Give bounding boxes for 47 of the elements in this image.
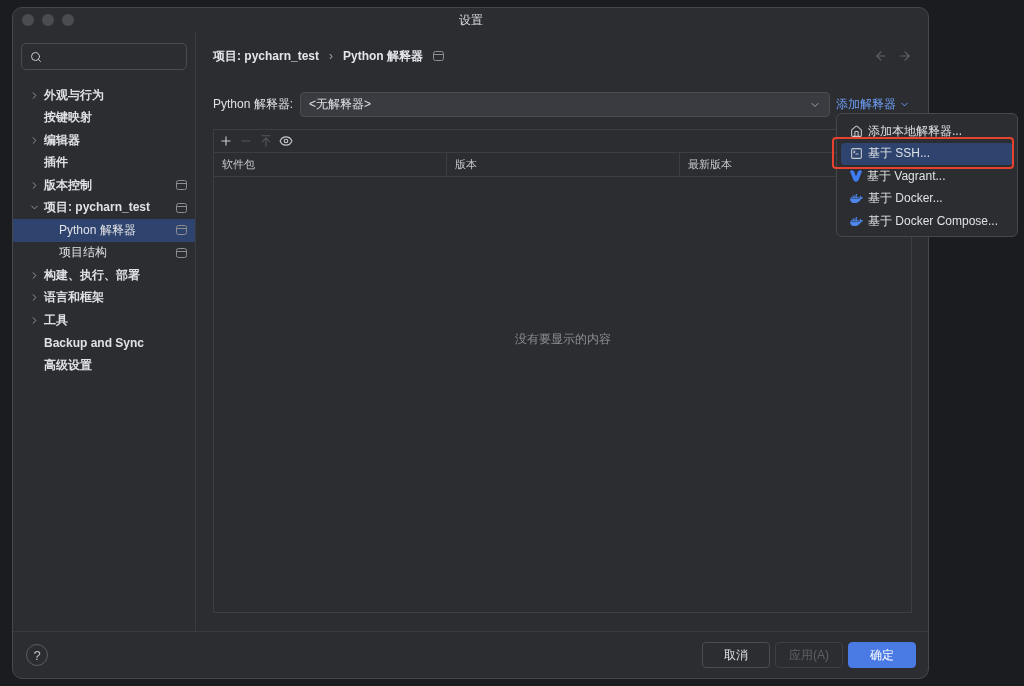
- upgrade-icon: [259, 134, 273, 148]
- terminal-icon: [850, 147, 863, 161]
- sidebar-item[interactable]: 工具: [13, 309, 195, 332]
- window-title: 设置: [458, 11, 483, 29]
- interpreter-dropdown[interactable]: <无解释器>: [300, 92, 830, 117]
- sidebar-item[interactable]: 语言和框架: [13, 286, 195, 309]
- column-header[interactable]: 软件包: [214, 153, 447, 176]
- search-field[interactable]: [21, 43, 187, 70]
- eye-button[interactable]: [279, 134, 293, 148]
- sidebar-item[interactable]: 项目结构: [13, 241, 195, 264]
- dialog-button[interactable]: 取消: [702, 642, 770, 668]
- breadcrumb-item: Python 解释器: [343, 47, 424, 65]
- column-header[interactable]: 版本: [447, 153, 680, 176]
- close-light[interactable]: [22, 14, 34, 26]
- sidebar-item[interactable]: Python 解释器: [13, 219, 195, 242]
- add-interpreter-link[interactable]: 添加解释器: [836, 96, 910, 113]
- menu-item[interactable]: 基于 Docker...: [841, 187, 1013, 210]
- search-icon: [30, 50, 42, 63]
- sidebar-item[interactable]: 构建、执行、部署: [13, 264, 195, 287]
- sidebar-item[interactable]: 版本控制: [13, 174, 195, 197]
- eye-icon: [279, 134, 293, 148]
- menu-item[interactable]: 添加本地解释器...: [841, 120, 1013, 143]
- sidebar-item[interactable]: 编辑器: [13, 129, 195, 152]
- sidebar-item[interactable]: 项目: pycharn_test: [13, 196, 195, 219]
- minimize-light[interactable]: [42, 14, 54, 26]
- house-icon: [850, 124, 863, 138]
- add-button[interactable]: [219, 134, 233, 148]
- whale-icon: [850, 214, 863, 228]
- dialog-button[interactable]: 确定: [848, 642, 916, 668]
- back-arrow-icon[interactable]: [874, 49, 888, 63]
- menu-item[interactable]: 基于 Vagrant...: [841, 165, 1013, 188]
- vagrant-v-icon: [850, 170, 862, 183]
- forward-arrow-icon[interactable]: [898, 49, 912, 63]
- zoom-light[interactable]: [62, 14, 74, 26]
- sidebar-item[interactable]: 高级设置: [13, 354, 195, 377]
- sidebar-item[interactable]: 按键映射: [13, 106, 195, 129]
- whale-icon: [850, 192, 863, 206]
- breadcrumb-separator: ›: [329, 49, 334, 63]
- breadcrumb-item: 项目: pycharn_test: [213, 47, 320, 65]
- menu-item[interactable]: 基于 Docker Compose...: [841, 210, 1013, 233]
- sidebar-item[interactable]: 外观与行为: [13, 84, 195, 107]
- sidebar-item[interactable]: 插件: [13, 151, 195, 174]
- sidebar-item[interactable]: Backup and Sync: [13, 331, 195, 354]
- add-icon: [219, 134, 233, 148]
- menu-item[interactable]: 基于 SSH...: [841, 142, 1013, 165]
- interpreter-label: Python 解释器:: [213, 96, 294, 113]
- empty-message: 没有要显示的内容: [514, 331, 611, 348]
